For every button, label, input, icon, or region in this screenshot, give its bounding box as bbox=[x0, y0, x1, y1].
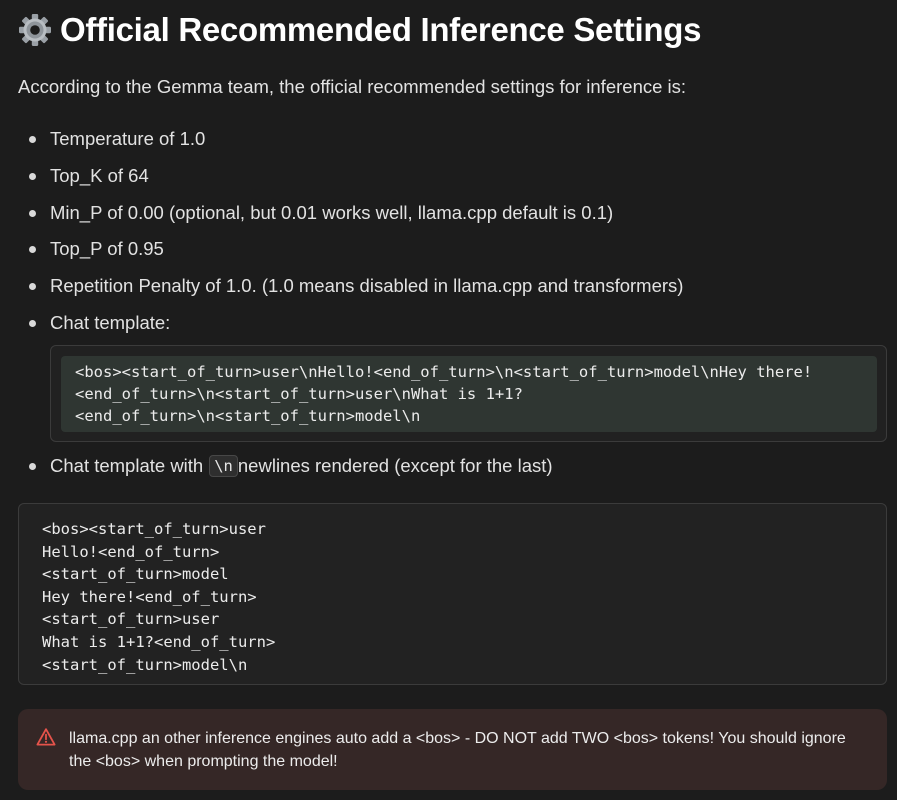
list-item-text: Top_K of 64 bbox=[50, 165, 149, 186]
chat-template-code-block: <bos><start_of_turn>user\nHello!<end_of_… bbox=[50, 345, 887, 442]
inline-code-newline: \n bbox=[209, 455, 238, 477]
bullet-dot bbox=[29, 282, 36, 290]
warning-callout: llama.cpp an other inference engines aut… bbox=[18, 709, 887, 790]
content: Official Recommended Inference Settings … bbox=[18, 0, 887, 800]
list-item-text: Min_P of 0.00 (optional, but 0.01 works … bbox=[50, 202, 614, 223]
rendered-template-code[interactable]: <bos><start_of_turn>user Hello!<end_of_t… bbox=[42, 518, 886, 676]
list-item: Temperature of 1.0 bbox=[18, 126, 205, 152]
bullet-dot bbox=[29, 462, 36, 470]
warning-triangle-icon bbox=[36, 728, 56, 746]
chat-template-code[interactable]: <bos><start_of_turn>user\nHello!<end_of_… bbox=[75, 361, 877, 427]
intro-text: According to the Gemma team, the officia… bbox=[18, 76, 687, 97]
section-heading: Official Recommended Inference Settings bbox=[18, 10, 701, 50]
list-item-text: Chat template: bbox=[50, 312, 171, 333]
code-block-inner[interactable]: <bos><start_of_turn>user\nHello!<end_of_… bbox=[61, 356, 877, 432]
bullet-dot bbox=[29, 172, 36, 180]
bullet-dot bbox=[29, 135, 36, 143]
list-item-text: Chat template with bbox=[50, 455, 204, 476]
page-title: Official Recommended Inference Settings bbox=[60, 11, 702, 48]
list-item: Top_P of 0.95 bbox=[18, 236, 164, 262]
list-item: Top_K of 64 bbox=[18, 163, 149, 189]
bullet-dot bbox=[29, 245, 36, 253]
list-item: Repetition Penalty of 1.0. (1.0 means di… bbox=[18, 273, 683, 299]
list-item: Chat template: bbox=[18, 310, 170, 336]
list-item: Min_P of 0.00 (optional, but 0.01 works … bbox=[18, 200, 613, 226]
list-item-text: Temperature of 1.0 bbox=[50, 128, 206, 149]
list-item-text: Repetition Penalty of 1.0. (1.0 means di… bbox=[50, 275, 684, 296]
list-item-text-after: newlines rendered (except for the last) bbox=[237, 455, 553, 476]
warning-text: llama.cpp an other inference engines aut… bbox=[69, 730, 846, 770]
rendered-template-code-block[interactable]: <bos><start_of_turn>user Hello!<end_of_t… bbox=[18, 503, 887, 685]
bullet-dot bbox=[29, 209, 36, 217]
bullet-dot bbox=[29, 319, 36, 327]
list-item: Chat template with \n newlines rendered … bbox=[18, 453, 553, 479]
list-item-text: Top_P of 0.95 bbox=[50, 238, 164, 259]
gear-icon bbox=[19, 14, 51, 46]
